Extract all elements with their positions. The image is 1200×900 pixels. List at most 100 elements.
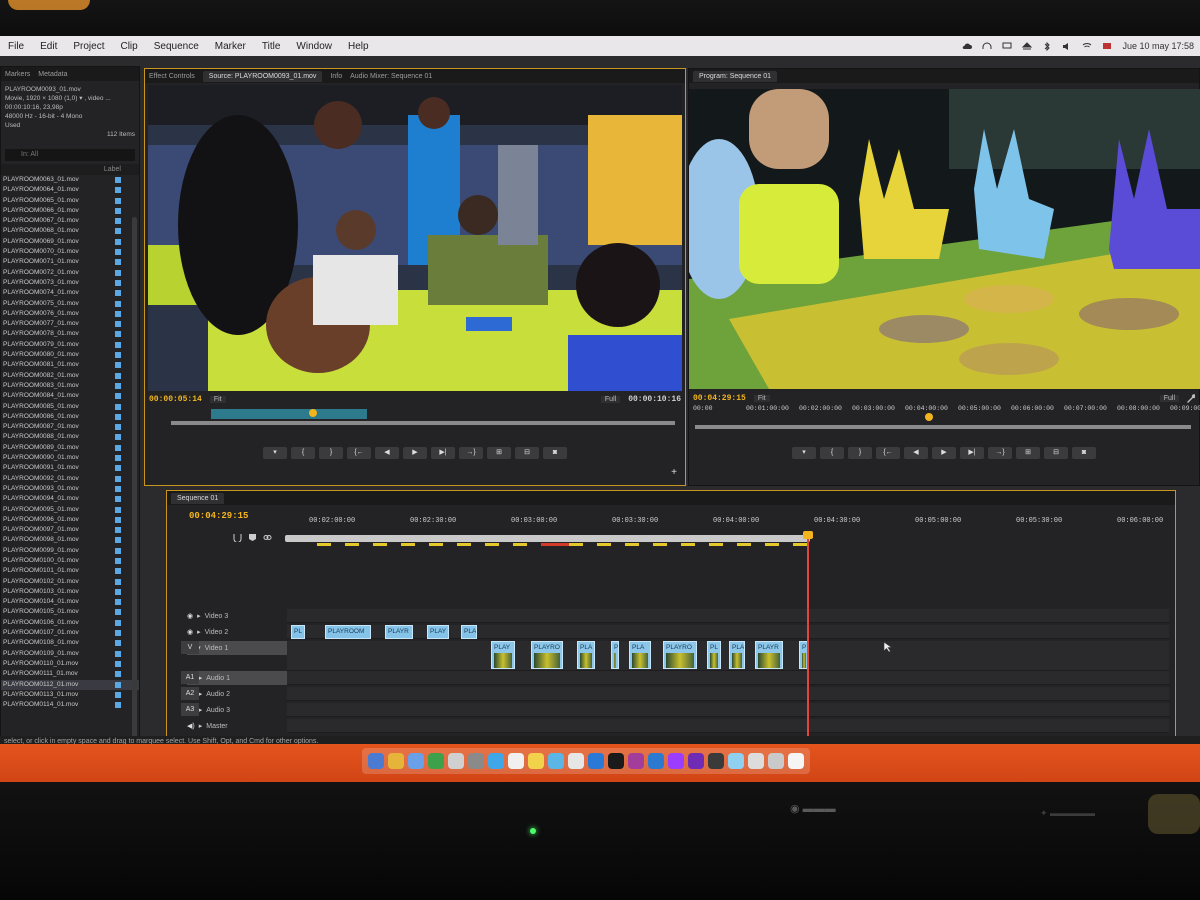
file-list-item[interactable]: PLAYROOM0080_01.mov <box>1 350 139 360</box>
file-list-item[interactable]: PLAYROOM0107_01.mov <box>1 628 139 638</box>
premiere-icon[interactable] <box>668 753 684 769</box>
file-list-item[interactable]: PLAYROOM0090_01.mov <box>1 453 139 463</box>
menu-edit[interactable]: Edit <box>32 41 65 52</box>
step-back-button[interactable]: ◀ <box>375 447 399 459</box>
file-list-item[interactable]: PLAYROOM0082_01.mov <box>1 371 139 381</box>
file-list-item[interactable]: PLAYROOM0079_01.mov <box>1 340 139 350</box>
sequence-marker[interactable] <box>457 543 471 546</box>
sequence-marker[interactable] <box>737 543 751 546</box>
file-list-item[interactable]: PLAYROOM0096_01.mov <box>1 515 139 525</box>
search-scope-dropdown[interactable]: In: All <box>5 149 135 161</box>
video-clip[interactable]: PLA <box>729 641 745 669</box>
wrench-icon[interactable] <box>1185 393 1195 403</box>
play-button[interactable]: ▶ <box>403 447 427 459</box>
track-header[interactable]: ◀)▸Audio 2 <box>187 687 287 701</box>
video-clip[interactable]: PLAYR <box>385 625 413 639</box>
program-playhead-marker[interactable] <box>925 413 933 421</box>
program-ruler[interactable]: 00:00 00:01:00:00 00:02:00:00 00:03:00:00 00… <box>689 405 1200 415</box>
mark-out-button[interactable]: } <box>848 447 872 459</box>
after-effects-icon[interactable] <box>688 753 704 769</box>
overwrite-button[interactable]: ⊟ <box>515 447 539 459</box>
file-list-item[interactable]: PLAYROOM0108_01.mov <box>1 638 139 648</box>
track-lane[interactable] <box>287 609 1169 623</box>
source-playhead-marker[interactable] <box>309 409 317 417</box>
program-fit-dropdown[interactable]: Fit <box>753 394 770 402</box>
menu-clock[interactable]: Jue 10 may 17:58 <box>1122 41 1194 51</box>
file-list-item[interactable]: PLAYROOM0063_01.mov <box>1 175 139 185</box>
label-column-header[interactable]: Label <box>104 164 121 175</box>
extract-button[interactable]: ⊟ <box>1044 447 1068 459</box>
file-list-item[interactable]: PLAYROOM0103_01.mov <box>1 587 139 597</box>
file-list-item[interactable]: PLAYROOM0085_01.mov <box>1 402 139 412</box>
file-list-item[interactable]: PLAYROOM0084_01.mov <box>1 391 139 401</box>
sequence-marker[interactable] <box>317 543 331 546</box>
track-lane[interactable] <box>287 671 1169 685</box>
video-clip[interactable]: PLAYR <box>755 641 783 669</box>
video-clip[interactable]: PLAYRO <box>663 641 697 669</box>
sequence-marker[interactable] <box>793 543 807 546</box>
file-list-item[interactable]: PLAYROOM0097_01.mov <box>1 525 139 535</box>
video-clip[interactable]: PLAY <box>427 625 449 639</box>
calendar-icon[interactable] <box>568 753 584 769</box>
mark-in-button[interactable]: { <box>820 447 844 459</box>
trash-icon[interactable] <box>788 753 804 769</box>
source-video-frame[interactable] <box>148 85 682 391</box>
file-list-item[interactable]: PLAYROOM0094_01.mov <box>1 494 139 504</box>
track-header[interactable]: ◉ ▸ Video 3 <box>187 609 287 623</box>
terminal-icon[interactable] <box>608 753 624 769</box>
playhead-knob[interactable] <box>803 531 813 539</box>
go-to-in-button[interactable]: {← <box>347 447 371 459</box>
file-list-item[interactable]: PLAYROOM0066_01.mov <box>1 206 139 216</box>
file-list-item[interactable]: PLAYROOM0068_01.mov <box>1 226 139 236</box>
file-list-item[interactable]: PLAYROOM0091_01.mov <box>1 463 139 473</box>
tab-info[interactable]: Info <box>330 73 342 80</box>
file-list-item[interactable]: PLAYROOM0092_01.mov <box>1 474 139 484</box>
video-clip[interactable]: PLAYRO <box>531 641 563 669</box>
video-clip[interactable]: PLA <box>629 641 651 669</box>
file-list-item[interactable]: PLAYROOM0113_01.mov <box>1 690 139 700</box>
launchpad-icon[interactable] <box>408 753 424 769</box>
file-list-item[interactable]: PLAYROOM0102_01.mov <box>1 577 139 587</box>
track-header[interactable]: ◉ ▸ Video 2 <box>187 625 287 639</box>
downloads-icon[interactable] <box>748 753 764 769</box>
mark-out-button[interactable]: } <box>319 447 343 459</box>
photoshop-icon[interactable] <box>648 753 664 769</box>
marker-icon[interactable] <box>248 533 257 542</box>
file-list-item[interactable]: PLAYROOM0104_01.mov <box>1 597 139 607</box>
file-list-item[interactable]: PLAYROOM0077_01.mov <box>1 319 139 329</box>
file-list-item[interactable]: PLAYROOM0101_01.mov <box>1 566 139 576</box>
file-list-item[interactable]: PLAYROOM0111_01.mov <box>1 669 139 679</box>
track-lane[interactable] <box>287 687 1169 701</box>
file-list-item[interactable]: PLAYROOM0106_01.mov <box>1 618 139 628</box>
track-header[interactable]: ◀)▸Audio 3 <box>187 703 287 717</box>
step-back-button[interactable]: ◀ <box>904 447 928 459</box>
sequence-marker[interactable] <box>541 543 571 546</box>
sequence-marker[interactable] <box>401 543 415 546</box>
track-lane[interactable] <box>287 703 1169 717</box>
sequence-marker[interactable] <box>765 543 779 546</box>
files-icon[interactable] <box>768 753 784 769</box>
mail-icon[interactable] <box>588 753 604 769</box>
sequence-marker[interactable] <box>373 543 387 546</box>
link-icon[interactable] <box>263 533 272 542</box>
timeline-timecode[interactable]: 00:04:29:15 <box>189 511 248 521</box>
tab-effect-controls[interactable]: Effect Controls <box>149 73 195 80</box>
headphones-icon[interactable] <box>982 42 992 51</box>
flag-icon[interactable] <box>1102 42 1112 51</box>
menu-file[interactable]: File <box>0 41 32 52</box>
source-fit-dropdown[interactable]: Fit <box>209 395 226 403</box>
expand-triangle-icon[interactable]: ▸ <box>199 722 203 730</box>
track-header[interactable]: ◀) ▸ Master <box>187 719 287 733</box>
play-button[interactable]: ▶ <box>932 447 956 459</box>
add-button-icon[interactable]: + <box>671 467 677 478</box>
expand-triangle-icon[interactable]: ▸ <box>197 628 201 636</box>
tab-markers[interactable]: Markers <box>5 71 30 78</box>
file-list-item[interactable]: PLAYROOM0110_01.mov <box>1 659 139 669</box>
file-list-item[interactable]: PLAYROOM0099_01.mov <box>1 546 139 556</box>
safari-icon[interactable] <box>448 753 464 769</box>
file-list-item[interactable]: PLAYROOM0095_01.mov <box>1 505 139 515</box>
program-timecode[interactable]: 00:04:29:15 <box>693 394 746 403</box>
file-list-item[interactable]: PLAYROOM0083_01.mov <box>1 381 139 391</box>
file-list-item[interactable]: PLAYROOM0076_01.mov <box>1 309 139 319</box>
file-list-item[interactable]: PLAYROOM0112_01.mov <box>1 679 139 690</box>
